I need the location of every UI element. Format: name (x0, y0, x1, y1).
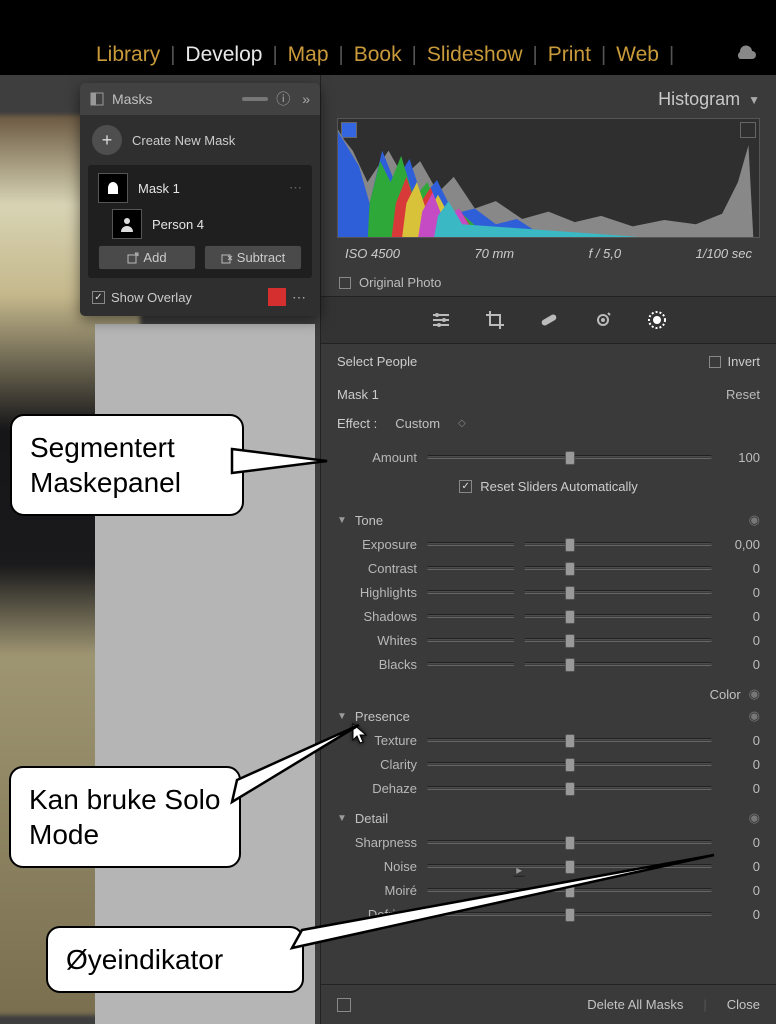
annotation-callout: Segmentert Maskepanel (10, 414, 244, 516)
exposure-slider[interactable] (427, 542, 712, 546)
panel-grip[interactable] (242, 97, 268, 101)
contrast-slider[interactable] (427, 566, 712, 570)
overlay-color-swatch[interactable] (268, 288, 286, 306)
heal-tool-icon[interactable] (536, 307, 562, 333)
exif-shutter: 1/100 sec (696, 246, 752, 261)
select-people-label[interactable]: Select People (337, 354, 417, 369)
visibility-icon[interactable]: ◉ (749, 512, 760, 528)
section-detail: Detail (355, 811, 388, 826)
crop-tool-icon[interactable] (482, 307, 508, 333)
masks-panel: Masks ⓘ » + Create New Mask Mask 1 ⋯ (80, 83, 320, 316)
whites-slider[interactable] (427, 638, 712, 642)
edit-tool-icon[interactable] (428, 307, 454, 333)
module-picker: Library | Develop | Map | Book | Slidesh… (0, 0, 776, 75)
defringe-slider[interactable] (427, 912, 712, 916)
create-mask-label: Create New Mask (132, 133, 235, 148)
active-mask-name: Mask 1 (337, 387, 379, 402)
subtract-icon (221, 252, 233, 264)
module-web[interactable]: Web (608, 43, 667, 67)
invert-checkbox[interactable] (709, 356, 721, 368)
effect-value[interactable]: Custom (395, 416, 440, 431)
exif-aperture: f / 5,0 (589, 246, 622, 261)
panel-collapse-icon[interactable]: ▼ (748, 93, 760, 107)
delete-all-button[interactable]: Delete All Masks (587, 997, 683, 1012)
mask-item[interactable]: Mask 1 ⋯ Person 4 Add Subt (88, 165, 312, 278)
masks-title: Masks (112, 91, 214, 107)
blacks-slider[interactable] (427, 662, 712, 666)
section-toggle-icon[interactable]: ▼ (514, 512, 525, 877)
invert-label: Invert (727, 354, 760, 369)
dehaze-slider[interactable] (427, 786, 712, 790)
subtract-mask-button[interactable]: Subtract (204, 245, 302, 270)
section-presence: Presence (355, 709, 410, 724)
shadows-slider[interactable] (427, 614, 712, 618)
sharpness-slider[interactable] (427, 840, 712, 844)
annotation-callout: Øyeindikator (46, 926, 304, 993)
mask-menu-icon[interactable]: ⋯ (289, 180, 302, 196)
visibility-icon[interactable]: ◉ (749, 810, 760, 826)
presence-sliders: Texture0 Clarity0 Dehaze0 (321, 724, 776, 804)
mask-tool-icon[interactable] (644, 307, 670, 333)
original-photo-checkbox[interactable] (339, 277, 351, 289)
section-toggle-icon[interactable]: ▼ (337, 515, 347, 526)
histogram-title: Histogram (658, 89, 740, 110)
module-book[interactable]: Book (346, 43, 410, 67)
highlights-slider[interactable] (427, 590, 712, 594)
mask-component-label: Person 4 (152, 217, 204, 232)
show-overlay-checkbox[interactable]: ✓ (92, 291, 105, 304)
module-slideshow[interactable]: Slideshow (419, 43, 531, 67)
exif-focal: 70 mm (474, 246, 514, 261)
module-develop[interactable]: Develop (177, 43, 270, 67)
original-photo-label: Original Photo (359, 275, 441, 290)
reset-auto-checkbox[interactable]: ✓ (459, 480, 472, 493)
info-icon[interactable]: ⓘ (276, 89, 290, 109)
effect-dropdown-icon[interactable]: ◇ (458, 418, 466, 429)
detail-sliders: Sharpness0 Noise0 Moiré0 Defringe0 (321, 826, 776, 930)
plus-icon: + (92, 125, 122, 155)
annotation-callout: Kan bruke Solo Mode (9, 766, 241, 868)
mask-label: Mask 1 (138, 181, 180, 196)
moire-slider[interactable] (427, 888, 712, 892)
reset-button[interactable]: Reset (726, 387, 760, 402)
texture-slider[interactable] (427, 738, 712, 742)
panel-switch[interactable] (337, 998, 351, 1012)
redeye-tool-icon[interactable] (590, 307, 616, 333)
effect-label: Effect : (337, 416, 377, 431)
module-map[interactable]: Map (280, 43, 337, 67)
section-toggle-icon[interactable]: ▼ (337, 711, 347, 722)
add-icon (127, 252, 139, 264)
exif-iso: ISO 4500 (345, 246, 400, 261)
module-library[interactable]: Library (88, 43, 168, 67)
panel-toggle-icon[interactable] (90, 92, 104, 106)
reset-auto-label: Reset Sliders Automatically (480, 479, 638, 494)
create-mask-row[interactable]: + Create New Mask (80, 115, 320, 165)
show-overlay-label: Show Overlay (111, 290, 192, 305)
tool-strip (321, 296, 776, 344)
expand-icon[interactable]: » (302, 91, 310, 107)
visibility-icon[interactable]: ◉ (749, 686, 760, 702)
close-button[interactable]: Close (727, 997, 760, 1012)
mask-component-thumbnail (112, 209, 142, 239)
overlay-menu-icon[interactable]: ⋯ (292, 289, 308, 306)
add-mask-button[interactable]: Add (98, 245, 196, 270)
amount-value[interactable]: 100 (722, 450, 760, 465)
amount-slider[interactable] (427, 455, 712, 459)
cloud-sync-icon[interactable] (734, 41, 758, 67)
amount-label: Amount (337, 450, 417, 465)
noise-slider[interactable] (427, 864, 712, 868)
tone-sliders: Exposure0,00 Contrast0 Highlights0 Shado… (321, 528, 776, 680)
section-tone: Tone (355, 513, 383, 528)
exif-row: ISO 4500 70 mm f / 5,0 1/100 sec (321, 238, 776, 269)
clarity-slider[interactable] (427, 762, 712, 766)
histogram-display[interactable] (337, 118, 760, 238)
module-print[interactable]: Print (540, 43, 599, 67)
section-toggle-icon[interactable]: ▼ (337, 813, 347, 824)
mask-thumbnail (98, 173, 128, 203)
visibility-icon[interactable]: ◉ (749, 708, 760, 724)
section-color: Color (710, 687, 741, 702)
